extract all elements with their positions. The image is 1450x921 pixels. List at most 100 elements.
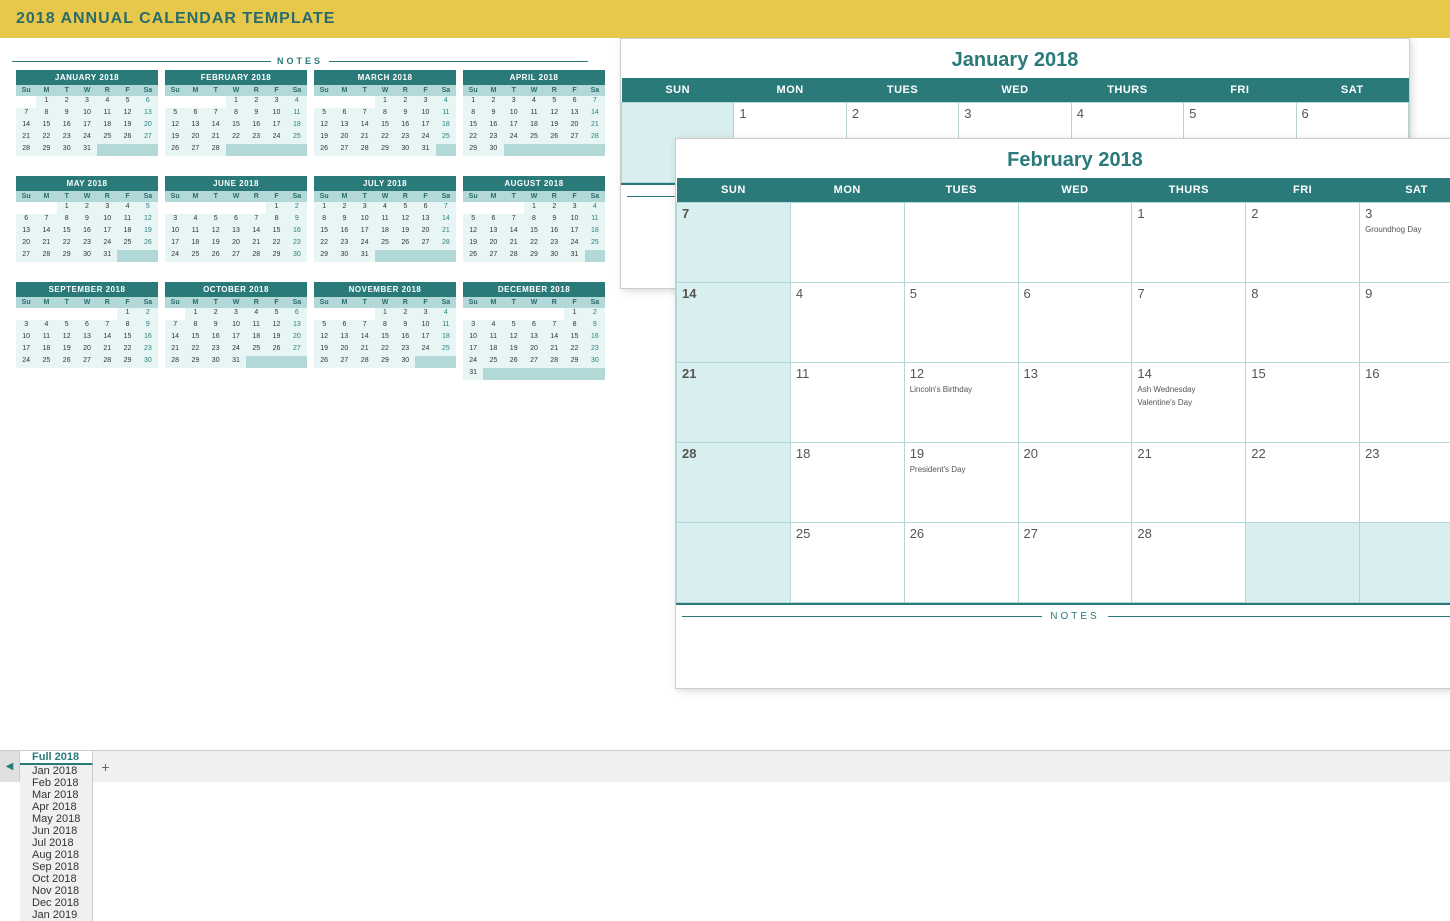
day-header-F: F: [266, 297, 286, 308]
tab-nov-2018[interactable]: Nov 2018: [20, 885, 93, 897]
day-cell: 24: [415, 132, 435, 144]
day-cell: 13: [226, 226, 246, 238]
day-cell: 15: [375, 332, 395, 344]
tab-jan-2019[interactable]: Jan 2019: [20, 909, 93, 921]
day-cell: 4: [436, 96, 456, 108]
feb-week-num: 14: [677, 283, 791, 363]
day-cell: 14: [97, 332, 117, 344]
day-cell: 5: [395, 202, 415, 214]
day-cell: 24: [564, 238, 584, 250]
tab-aug-2018[interactable]: Aug 2018: [20, 849, 93, 861]
day-cell: 11: [36, 332, 56, 344]
day-cell: 16: [334, 226, 354, 238]
tab-jun-2018[interactable]: Jun 2018: [20, 825, 93, 837]
day-cell: 5: [117, 96, 137, 108]
day-cell: 15: [226, 120, 246, 132]
mini-cal-header-2: FEBRUARY 2018: [165, 70, 307, 85]
tab-jan-2018[interactable]: Jan 2018: [20, 765, 93, 777]
day-cell: 9: [544, 214, 564, 226]
mini-cal-days-2: SuMTWRFSa1234567891011121314151617181920…: [165, 85, 307, 156]
feb-cell: 28: [1132, 523, 1246, 603]
day-cell: 17: [77, 120, 97, 132]
mini-calendar-7: JULY 2018SuMTWRFSa1234567891011121314151…: [314, 176, 456, 262]
day-cell: 25: [36, 356, 56, 368]
day-cell: 6: [483, 214, 503, 226]
day-header-W: W: [524, 297, 544, 308]
day-header-Su: Su: [463, 191, 483, 202]
tab-mar-2018[interactable]: Mar 2018: [20, 789, 93, 801]
tab-sep-2018[interactable]: Sep 2018: [20, 861, 93, 873]
day-cell: 22: [36, 132, 56, 144]
day-cell: 25: [287, 132, 307, 144]
day-header-M: M: [185, 191, 205, 202]
day-cell: 22: [57, 238, 77, 250]
day-cell: 26: [57, 356, 77, 368]
mini-calendar-2: FEBRUARY 2018SuMTWRFSa123456789101112131…: [165, 70, 307, 156]
feb-cell: [1360, 523, 1450, 603]
feb-col-fri: FRI: [1246, 178, 1360, 203]
day-cell: 25: [436, 132, 456, 144]
day-cell: 17: [504, 120, 524, 132]
tab-full-2018[interactable]: Full 2018: [20, 751, 93, 765]
feb-cell: 25: [790, 523, 904, 603]
day-cell: [355, 308, 375, 320]
day-cell: 4: [246, 308, 266, 320]
tab-oct-2018[interactable]: Oct 2018: [20, 873, 93, 885]
day-cell: 10: [97, 214, 117, 226]
day-cell: 8: [564, 320, 584, 332]
feb-cell: 23: [1360, 443, 1450, 523]
mini-cal-days-7: SuMTWRFSa1234567891011121314151617181920…: [314, 191, 456, 262]
day-cell: 14: [355, 332, 375, 344]
day-cell: [16, 308, 36, 320]
day-cell: 18: [97, 120, 117, 132]
feb-col-tues: TUES: [904, 178, 1018, 203]
day-cell: 5: [314, 320, 334, 332]
day-cell: 19: [165, 132, 185, 144]
tab-feb-2018[interactable]: Feb 2018: [20, 777, 93, 789]
day-header-Su: Su: [16, 85, 36, 96]
day-cell: 6: [524, 320, 544, 332]
day-cell: 6: [334, 320, 354, 332]
day-cell: 8: [266, 214, 286, 226]
day-cell: 17: [415, 332, 435, 344]
day-cell: 17: [415, 120, 435, 132]
day-cell: 9: [287, 214, 307, 226]
mini-calendar-1: JANUARY 2018SuMTWRFSa1234567891011121314…: [16, 70, 158, 156]
mini-cal-days-6: SuMTWRFSa1234567891011121314151617181920…: [165, 191, 307, 262]
day-cell: [504, 202, 524, 214]
day-header-R: R: [246, 85, 266, 96]
day-cell: 3: [16, 320, 36, 332]
day-cell: 21: [436, 226, 456, 238]
feb-week-num: 28: [677, 443, 791, 523]
tab-jul-2018[interactable]: Jul 2018: [20, 837, 93, 849]
day-header-F: F: [415, 85, 435, 96]
day-cell: 8: [117, 320, 137, 332]
monthly-panels: January 2018 SUN MON TUES WED THURS FRI …: [600, 38, 1450, 750]
feb-col-wed: WED: [1018, 178, 1132, 203]
tab-apr-2018[interactable]: Apr 2018: [20, 801, 93, 813]
day-cell: 10: [266, 108, 286, 120]
mini-cal-days-9: SuMTWRFSa1234567891011121314151617181920…: [16, 297, 158, 368]
day-cell: [16, 96, 36, 108]
day-header-F: F: [564, 85, 584, 96]
day-cell: 23: [287, 238, 307, 250]
day-cell: 21: [355, 132, 375, 144]
mini-cal-header-12: DECEMBER 2018: [463, 282, 605, 297]
feb-cell: 9: [1360, 283, 1450, 363]
title-bar: 2018 ANNUAL CALENDAR TEMPLATE: [0, 0, 1450, 38]
day-header-W: W: [524, 191, 544, 202]
tab-add-button[interactable]: +: [93, 751, 117, 782]
tab-may-2018[interactable]: May 2018: [20, 813, 93, 825]
day-cell: 13: [415, 214, 435, 226]
tab-scroll-left[interactable]: ◀: [0, 751, 20, 782]
day-header-M: M: [36, 85, 56, 96]
notes-line-right: [329, 61, 588, 62]
day-cell: 18: [117, 226, 137, 238]
day-cell: 11: [436, 320, 456, 332]
mini-cal-days-4: SuMTWRFSa1234567891011121314151617181920…: [463, 85, 605, 156]
day-cell: 12: [395, 214, 415, 226]
feb-col-sun: SUN: [677, 178, 791, 203]
day-cell: 26: [266, 344, 286, 356]
tab-dec-2018[interactable]: Dec 2018: [20, 897, 93, 909]
day-header-R: R: [544, 297, 564, 308]
